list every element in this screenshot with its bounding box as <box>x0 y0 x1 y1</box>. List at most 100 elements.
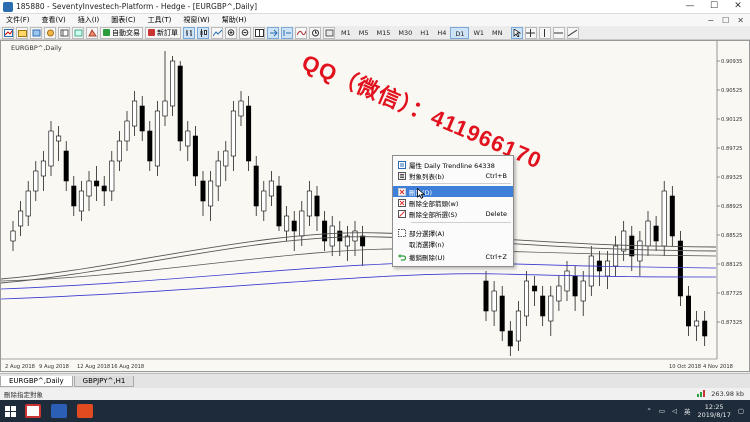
minimize-button[interactable]: — <box>678 0 702 14</box>
new-chart-icon[interactable] <box>2 26 14 39</box>
context-item-select-partial[interactable]: 部分選擇(A) <box>393 227 513 238</box>
periods-icon[interactable] <box>309 26 321 39</box>
vertical-line-icon[interactable] <box>538 26 551 39</box>
menu-insert[interactable]: 插入(I) <box>72 15 106 25</box>
context-menu: 屬性 Daily Trendline 64338 對象列表(b) Ctrl+B … <box>392 155 514 267</box>
menu-charts[interactable]: 圖表(C) <box>105 15 141 25</box>
candle-body <box>94 180 100 187</box>
new-order-button[interactable]: 新訂單 <box>145 26 181 39</box>
navigator-icon[interactable] <box>58 26 70 39</box>
close-button[interactable]: ✕ <box>726 0 750 14</box>
tester-icon[interactable] <box>86 26 98 39</box>
window-title: 185880 - SeventyInvestech-Platform - Hed… <box>16 2 258 11</box>
child-close-icon[interactable]: ✕ <box>737 16 744 25</box>
media-player-task-icon[interactable] <box>77 404 93 418</box>
crosshair-icon[interactable] <box>524 26 537 39</box>
context-item-deselect[interactable]: 取消選擇(n) <box>393 238 513 249</box>
app-icon <box>3 1 13 12</box>
price-label: 0.90935 <box>721 59 742 65</box>
child-restore-icon[interactable]: ☐ <box>722 16 729 25</box>
auto-trading-icon <box>103 29 110 36</box>
delete-icon <box>397 187 406 196</box>
timeframe-m30[interactable]: M30 <box>394 27 416 39</box>
chart-shift-icon[interactable] <box>281 26 293 39</box>
candle-body <box>86 180 92 197</box>
tab-gbpjpy-h1[interactable]: GBPJPY^,H1 <box>73 375 135 387</box>
zoom-out-icon[interactable] <box>239 26 251 39</box>
profiles-icon[interactable] <box>16 26 28 39</box>
properties-icon <box>397 160 406 169</box>
horizontal-line-icon[interactable] <box>552 26 565 39</box>
timeframe-m15[interactable]: M15 <box>373 27 395 39</box>
word-task-icon[interactable] <box>51 404 67 418</box>
data-window-icon[interactable] <box>44 26 56 39</box>
context-item-properties[interactable]: 屬性 Daily Trendline 64338 <box>393 159 513 170</box>
menu-view[interactable]: 查看(V) <box>36 15 72 25</box>
terminal-icon[interactable] <box>72 26 84 39</box>
menu-window[interactable]: 視窗(W) <box>177 15 215 25</box>
menu-file[interactable]: 文件(F) <box>0 15 36 25</box>
undo-icon <box>397 253 406 261</box>
timeframe-mn[interactable]: MN <box>488 27 506 39</box>
timeframe-m1[interactable]: M1 <box>337 27 355 39</box>
menu-bar: 文件(F) 查看(V) 插入(I) 圖表(C) 工具(T) 視窗(W) 幫助(H… <box>0 14 750 26</box>
candle-body <box>499 295 505 332</box>
candle-body <box>685 295 691 327</box>
timeframe-w1[interactable]: W1 <box>469 27 488 39</box>
context-item-undo-delete[interactable]: 撤銷刪除(U) Ctrl+Z <box>393 251 513 262</box>
market-watch-icon[interactable] <box>30 26 42 39</box>
candle-body <box>10 230 16 242</box>
child-minimize-icon[interactable]: − <box>707 16 714 25</box>
menu-tools[interactable]: 工具(T) <box>142 15 178 25</box>
candle-body <box>532 285 538 292</box>
timeframe-d1[interactable]: D1 <box>450 26 470 39</box>
timeframe-m5[interactable]: M5 <box>355 27 373 39</box>
auto-scroll-icon[interactable] <box>267 26 279 39</box>
auto-trading-button[interactable]: 自動交易 <box>100 26 143 39</box>
candle-body <box>572 275 578 297</box>
windows-start-icon[interactable] <box>0 400 20 422</box>
notification-icon[interactable]: ▢ <box>738 407 744 415</box>
candle-body <box>677 240 683 297</box>
candle-body <box>291 220 297 232</box>
context-item-label: 取消選擇(n) <box>409 240 445 249</box>
timeframe-h1[interactable]: H1 <box>416 27 433 39</box>
price-label: 0.87325 <box>721 320 742 326</box>
zoom-in-icon[interactable] <box>225 26 237 39</box>
indicators-icon[interactable] <box>295 26 307 39</box>
status-bar: 刪除指定對象 263.98 kb <box>0 388 750 400</box>
templates-icon[interactable] <box>323 26 335 39</box>
candle-body <box>147 130 153 162</box>
context-item-object-list[interactable]: 對象列表(b) Ctrl+B <box>393 170 513 181</box>
date-label: 4 Nov 2018 <box>703 364 733 370</box>
timeframe-h4[interactable]: H4 <box>433 27 450 39</box>
menu-help[interactable]: 幫助(H) <box>216 15 253 25</box>
trendline-icon[interactable] <box>566 26 579 39</box>
context-item-label: 刪除全部所選(S) <box>409 210 458 219</box>
cursor-tool-icon[interactable] <box>510 26 523 39</box>
maximize-button[interactable]: ☐ <box>702 0 726 14</box>
trading-platform-task-icon[interactable] <box>25 404 41 418</box>
candle-body <box>564 270 570 292</box>
volume-icon[interactable]: ◁ <box>672 407 677 415</box>
candle-body <box>621 230 627 252</box>
clock[interactable]: 12:25 2019/8/17 <box>698 403 731 419</box>
candle-body <box>548 295 554 322</box>
auto-trading-label: 自動交易 <box>112 28 140 37</box>
candlestick-icon[interactable] <box>197 26 209 39</box>
tray-arrow-icon[interactable]: ⌃ <box>646 407 651 415</box>
bar-chart-icon[interactable] <box>183 26 195 39</box>
context-item-delete-arrows[interactable]: 刪除全部箭頭(w) <box>393 197 513 208</box>
ime-indicator[interactable]: 英 <box>684 406 691 416</box>
candle-body <box>109 160 115 192</box>
context-item-delete[interactable]: 刪除(D) <box>393 186 513 197</box>
context-item-delete-selected[interactable]: 刪除全部所選(S) Delete <box>393 208 513 219</box>
line-chart-icon[interactable] <box>211 26 223 39</box>
network-icon[interactable]: ▭ <box>659 407 665 415</box>
context-item-shortcut: Ctrl+Z <box>485 252 507 261</box>
tab-eurgbp-daily[interactable]: EURGBP^,Daily <box>0 375 73 387</box>
candle-body <box>276 185 282 227</box>
connection-icon <box>697 389 707 399</box>
tile-windows-icon[interactable] <box>253 26 265 39</box>
candle-body <box>170 60 176 107</box>
